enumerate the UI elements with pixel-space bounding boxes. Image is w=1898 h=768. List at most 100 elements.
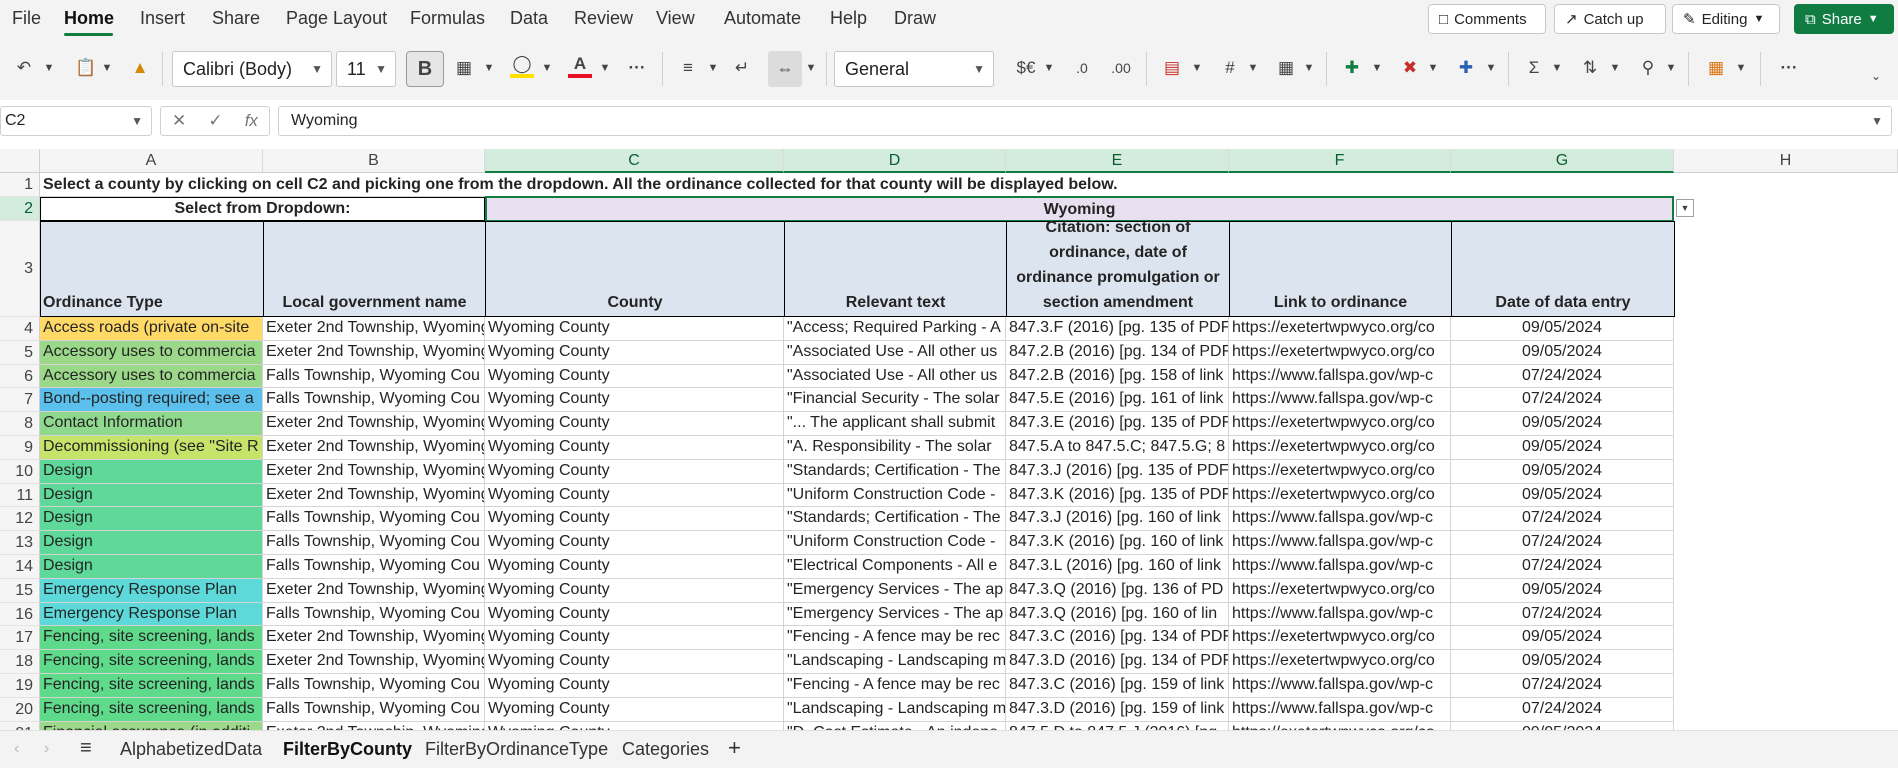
select-all-corner[interactable] [0, 149, 40, 173]
cell-date[interactable]: 07/24/2024 [1451, 602, 1674, 627]
chevron-down-icon[interactable]: ▼ [540, 60, 554, 76]
cell-relevant-text[interactable]: "Associated Use - All other us [784, 364, 1006, 389]
row-header[interactable]: 4 [0, 317, 40, 341]
menu-help[interactable]: Help [830, 8, 867, 29]
row-header[interactable]: 19 [0, 674, 40, 698]
menu-file[interactable]: File [12, 8, 41, 29]
chevron-down-icon[interactable]: ▼ [1871, 114, 1883, 128]
chevron-down-icon[interactable]: ▼ [598, 60, 612, 76]
menu-data[interactable]: Data [510, 8, 548, 29]
font-color-icon[interactable]: A [568, 54, 592, 78]
cell-ordinance-type[interactable]: Fencing, site screening, lands [40, 626, 263, 651]
cell-relevant-text[interactable]: "Standards; Certification - The [784, 459, 1006, 484]
cell-relevant-text[interactable]: "Landscaping - Landscaping m [784, 697, 1006, 722]
header-relevant-text[interactable]: Relevant text [784, 221, 1007, 317]
cell-ordinance-type[interactable]: Emergency Response Plan [40, 602, 263, 627]
align-icon[interactable]: ≡ [676, 56, 700, 80]
cell-local-government[interactable]: Falls Township, Wyoming Cou [263, 388, 485, 413]
cell-date[interactable]: 07/24/2024 [1451, 364, 1674, 389]
cell-ordinance-type[interactable]: Accessory uses to commercia [40, 364, 263, 389]
cell-relevant-text[interactable]: "Fencing - A fence may be rec [784, 674, 1006, 698]
header-county[interactable]: County [485, 221, 785, 317]
cell-date[interactable]: 07/24/2024 [1451, 697, 1674, 722]
chevron-down-icon[interactable]: ▼ [706, 60, 720, 76]
chevron-down-icon[interactable]: ▼ [482, 60, 496, 76]
column-header-d[interactable]: D [784, 149, 1006, 173]
cell-relevant-text[interactable]: "Access; Required Parking - A [784, 317, 1006, 341]
cell-link[interactable]: https://exetertwpwyco.org/co [1229, 578, 1451, 603]
cell-county[interactable]: Wyoming County [485, 650, 784, 674]
chevron-down-icon[interactable]: ▼ [1246, 60, 1260, 76]
cell-local-government[interactable]: Falls Township, Wyoming Cou [263, 602, 485, 627]
row-header[interactable]: 14 [0, 555, 40, 579]
cell-relevant-text[interactable]: "Emergency Services - The ap [784, 578, 1006, 603]
cell-county[interactable]: Wyoming County [485, 340, 784, 365]
row-header[interactable]: 17 [0, 626, 40, 651]
font-size-select[interactable]: 11 ▼ [336, 51, 396, 87]
cell-county[interactable]: Wyoming County [485, 317, 784, 341]
cell-county[interactable]: Wyoming County [485, 531, 784, 555]
cell-ordinance-type[interactable]: Design [40, 507, 263, 532]
cell-citation[interactable]: 847.2.B (2016) [pg. 134 of PDF [1006, 340, 1229, 365]
cell-citation[interactable]: 847.2.B (2016) [pg. 158 of link [1006, 364, 1229, 389]
row-header[interactable]: 12 [0, 507, 40, 532]
cell-citation[interactable]: 847.3.Q (2016) [pg. 160 of lin [1006, 602, 1229, 627]
header-citation[interactable]: Citation: section of ordinance, date of … [1006, 219, 1230, 317]
add-sheet-button[interactable]: + [728, 735, 741, 761]
chevron-down-icon[interactable]: ▼ [1664, 60, 1678, 76]
conditional-formatting-icon[interactable]: ▤ [1160, 56, 1184, 80]
find-icon[interactable]: ⚲ [1636, 56, 1660, 80]
chevron-down-icon[interactable]: ▼ [1042, 60, 1056, 76]
cell-citation[interactable]: 847.3.J (2016) [pg. 135 of PDF [1006, 459, 1229, 484]
cell-relevant-text[interactable]: "Financial Security - The solar [784, 388, 1006, 413]
cell-county[interactable]: Wyoming County [485, 626, 784, 651]
cell-relevant-text[interactable]: "Uniform Construction Code - [784, 483, 1006, 508]
cell-date[interactable]: 09/05/2024 [1451, 412, 1674, 436]
menu-formulas[interactable]: Formulas [410, 8, 485, 29]
chevron-down-icon[interactable]: ▼ [1302, 60, 1316, 76]
cell-ordinance-type[interactable]: Fencing, site screening, lands [40, 650, 263, 674]
cell-local-government[interactable]: Falls Township, Wyoming Cou [263, 555, 485, 579]
cell-local-government[interactable]: Exeter 2nd Township, Wyoming [263, 578, 485, 603]
sheet-tab-alphabetized-data[interactable]: AlphabetizedData [120, 739, 262, 760]
row-header[interactable]: 5 [0, 340, 40, 365]
cancel-icon[interactable]: ✕ [172, 111, 186, 131]
cell-date[interactable]: 07/24/2024 [1451, 388, 1674, 413]
cell-date[interactable]: 09/05/2024 [1451, 721, 1674, 730]
cell-ordinance-type[interactable]: Financial assurance (in additi [40, 721, 263, 730]
row-header[interactable]: 9 [0, 436, 40, 460]
cell-county[interactable]: Wyoming County [485, 602, 784, 627]
cell-citation[interactable]: 847.3.L (2016) [pg. 160 of link [1006, 555, 1229, 579]
sort-filter-icon[interactable]: ⇅ [1578, 56, 1602, 80]
dropdown-label-cell[interactable]: Select from Dropdown: [40, 197, 485, 221]
row-header[interactable]: 18 [0, 650, 40, 674]
cell-ordinance-type[interactable]: Access roads (private on-site [40, 317, 263, 341]
cell-citation[interactable]: 847.3.J (2016) [pg. 160 of link [1006, 507, 1229, 532]
cell-citation[interactable]: 847.3.E (2016) [pg. 135 of PDF [1006, 412, 1229, 436]
cell-county[interactable]: Wyoming County [485, 578, 784, 603]
cell-date[interactable]: 09/05/2024 [1451, 317, 1674, 341]
cell-date[interactable]: 09/05/2024 [1451, 340, 1674, 365]
menu-share[interactable]: Share [212, 8, 260, 29]
cell-local-government[interactable]: Exeter 2nd Township, Wyoming [263, 412, 485, 436]
catch-up-button[interactable]: ↗ Catch up [1554, 4, 1666, 34]
menu-draw[interactable]: Draw [894, 8, 936, 29]
cell-date[interactable]: 07/24/2024 [1451, 531, 1674, 555]
currency-icon[interactable]: $€ [1012, 56, 1040, 80]
cell-date[interactable]: 07/24/2024 [1451, 674, 1674, 698]
row-header[interactable]: 20 [0, 697, 40, 722]
bold-button[interactable]: B [406, 51, 444, 87]
cell-local-government[interactable]: Falls Township, Wyoming Cou [263, 364, 485, 389]
format-painter-icon[interactable]: ▲ [128, 56, 152, 80]
cell-county[interactable]: Wyoming County [485, 555, 784, 579]
fill-color-icon[interactable]: ◯ [510, 54, 534, 78]
chevron-down-icon[interactable]: ▼ [42, 60, 56, 76]
cell-link[interactable]: https://exetertwpwyco.org/co [1229, 626, 1451, 651]
collapse-ribbon-icon[interactable]: ⌄ [1866, 66, 1886, 86]
cell-link[interactable]: https://www.fallspa.gov/wp-c [1229, 697, 1451, 722]
cell-ordinance-type[interactable]: Contact Information [40, 412, 263, 436]
cell-local-government[interactable]: Falls Township, Wyoming Cou [263, 697, 485, 722]
share-button[interactable]: ⧉ Share ▼ [1794, 4, 1894, 34]
font-name-select[interactable]: Calibri (Body) ▼ [172, 51, 332, 87]
cell-link[interactable]: https://exetertwpwyco.org/co [1229, 483, 1451, 508]
